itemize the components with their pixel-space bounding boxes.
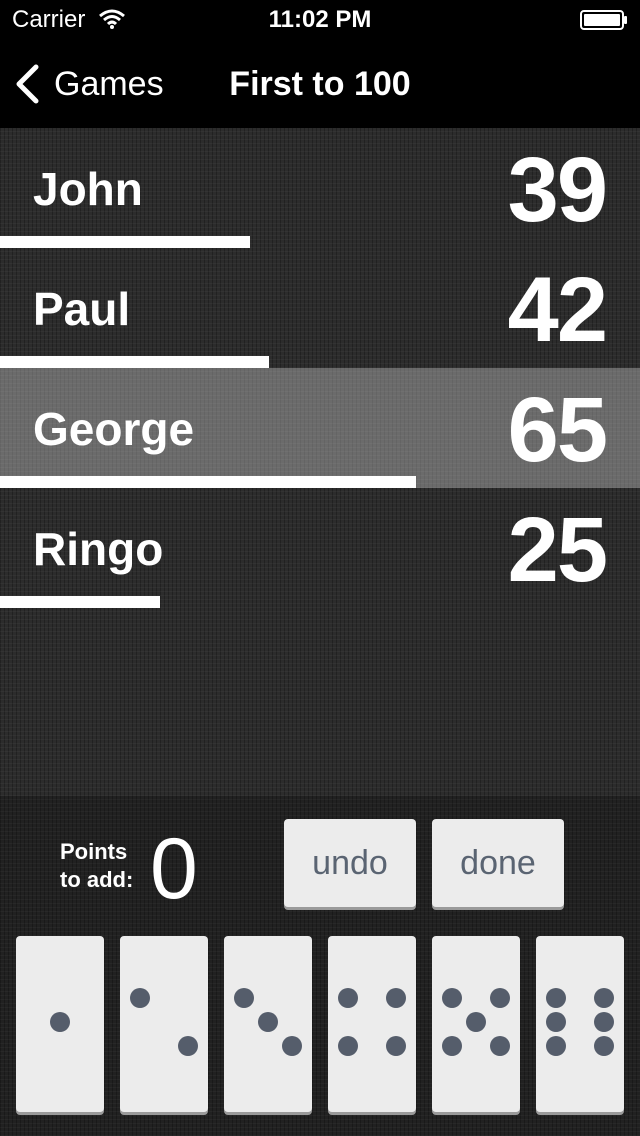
die-button-4[interactable] xyxy=(328,936,416,1112)
die-button-2[interactable] xyxy=(120,936,208,1112)
die-one-icon xyxy=(50,1012,70,1032)
die-pip xyxy=(594,1036,614,1056)
points-value: 0 xyxy=(150,821,198,917)
die-pip xyxy=(258,1012,278,1032)
player-name: George xyxy=(33,403,195,455)
die-pip xyxy=(546,1036,566,1056)
die-three-icon xyxy=(234,988,302,1056)
die-five-icon xyxy=(442,988,510,1056)
die-pip xyxy=(594,1012,614,1032)
player-row-ringo[interactable]: Ringo 25 xyxy=(0,488,640,608)
die-pip xyxy=(178,1036,198,1056)
battery-icon xyxy=(580,10,627,30)
status-bar: Carrier 11:02 PM xyxy=(0,0,640,40)
die-pip xyxy=(386,1036,406,1056)
undo-button[interactable]: undo xyxy=(284,819,416,907)
chevron-left-icon xyxy=(16,64,39,104)
die-pip xyxy=(50,1012,70,1032)
die-button-5[interactable] xyxy=(432,936,520,1112)
die-pip xyxy=(130,988,150,1008)
scoreboard: John 39 Paul 42 George 65 Ringo 25 xyxy=(0,128,640,796)
die-pip xyxy=(546,988,566,1008)
die-four-icon xyxy=(338,988,406,1056)
player-row-george[interactable]: George 65 xyxy=(0,368,640,488)
die-pip xyxy=(490,988,510,1008)
points-label: Points to add: xyxy=(60,839,134,892)
player-score: 42 xyxy=(507,259,608,361)
die-pip xyxy=(338,1036,358,1056)
player-row-paul[interactable]: Paul 42 xyxy=(0,248,640,368)
player-name: Paul xyxy=(33,283,131,335)
die-pip xyxy=(546,1012,566,1032)
status-time: 11:02 PM xyxy=(268,6,372,33)
done-button[interactable]: done xyxy=(432,819,564,907)
player-name: Ringo xyxy=(33,523,164,575)
player-score: 65 xyxy=(507,379,608,481)
die-pip xyxy=(234,988,254,1008)
die-button-6[interactable] xyxy=(536,936,624,1112)
score-progress-bar xyxy=(0,236,250,248)
die-pip xyxy=(338,988,358,1008)
die-pip xyxy=(386,988,406,1008)
die-pip xyxy=(282,1036,302,1056)
die-pip xyxy=(442,1036,462,1056)
die-pip xyxy=(490,1036,510,1056)
back-button[interactable]: Games xyxy=(14,40,184,128)
die-button-3[interactable] xyxy=(224,936,312,1112)
die-six-icon xyxy=(546,988,614,1056)
back-label: Games xyxy=(54,64,164,103)
player-name: John xyxy=(33,163,143,215)
die-pip xyxy=(466,1012,486,1032)
score-progress-bar xyxy=(0,476,416,488)
score-progress-bar xyxy=(0,596,160,608)
player-row-john[interactable]: John 39 xyxy=(0,128,640,248)
score-progress-bar xyxy=(0,356,269,368)
navigation-bar: First to 100 Games xyxy=(0,40,640,128)
die-two-icon xyxy=(130,988,198,1056)
die-pip xyxy=(442,988,462,1008)
player-score: 39 xyxy=(507,139,608,241)
player-score: 25 xyxy=(507,499,608,601)
die-button-1[interactable] xyxy=(16,936,104,1112)
die-pip xyxy=(594,988,614,1008)
score-entry-panel: Points to add: 0 undo done xyxy=(0,796,640,1136)
